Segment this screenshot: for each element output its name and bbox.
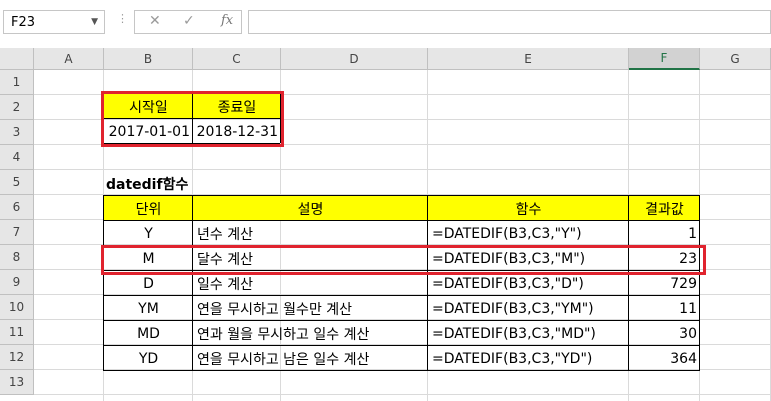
header-description[interactable]: 설명 bbox=[193, 196, 428, 221]
cell-func[interactable]: =DATEDIF(B3,C3,"YD") bbox=[428, 346, 629, 371]
close-icon[interactable]: ✕ bbox=[149, 13, 161, 29]
table-border bbox=[103, 195, 700, 196]
table-border bbox=[103, 345, 700, 346]
row-header-4[interactable]: 4 bbox=[0, 145, 34, 170]
row-header-9[interactable]: 9 bbox=[0, 270, 34, 295]
cell-unit[interactable]: Y bbox=[104, 221, 193, 246]
table-border bbox=[103, 220, 700, 221]
formula-input[interactable] bbox=[248, 10, 771, 34]
row-header-5[interactable]: 5 bbox=[0, 170, 34, 195]
function-icon[interactable]: fx bbox=[221, 13, 233, 28]
cell-desc[interactable]: 연과 월을 무시하고 일수 계산 bbox=[193, 321, 428, 346]
cell-result[interactable]: 30 bbox=[629, 321, 700, 346]
table-border bbox=[103, 370, 700, 371]
column-header-c[interactable]: C bbox=[193, 48, 281, 70]
header-result[interactable]: 결과값 bbox=[629, 196, 700, 221]
column-header-b[interactable]: B bbox=[104, 48, 193, 70]
select-all-corner[interactable] bbox=[0, 48, 34, 70]
table-border bbox=[103, 320, 700, 321]
column-header-d[interactable]: D bbox=[281, 48, 428, 70]
cell-unit[interactable]: MD bbox=[104, 321, 193, 346]
row-header-6[interactable]: 6 bbox=[0, 195, 34, 220]
row-header-7[interactable]: 7 bbox=[0, 220, 34, 245]
cell-func[interactable]: =DATEDIF(B3,C3,"MD") bbox=[428, 321, 629, 346]
gridline bbox=[34, 169, 771, 170]
cell-unit[interactable]: YM bbox=[104, 296, 193, 321]
row-header-3[interactable]: 3 bbox=[0, 120, 34, 145]
column-header-a[interactable]: A bbox=[34, 48, 104, 70]
column-header-f[interactable]: F bbox=[629, 48, 700, 70]
row-header-11[interactable]: 11 bbox=[0, 320, 34, 345]
column-header-g[interactable]: G bbox=[700, 48, 771, 70]
formula-bar: F23 ▼ ⋮ ✕ ✓ fx bbox=[0, 0, 771, 48]
formula-buttons: ✕ ✓ fx bbox=[134, 10, 242, 34]
table-border bbox=[103, 295, 700, 296]
row-header-12[interactable]: 12 bbox=[0, 345, 34, 370]
cell-result[interactable]: 11 bbox=[629, 296, 700, 321]
spreadsheet-grid[interactable]: A B C D E F G 1 2 3 4 5 6 7 8 9 10 11 12 13 시작일 종료일 2017-01… bbox=[0, 48, 771, 401]
row-header-10[interactable]: 10 bbox=[0, 295, 34, 320]
cell-desc[interactable]: 연을 무시하고 월수만 계산 bbox=[193, 296, 428, 321]
check-icon[interactable]: ✓ bbox=[183, 13, 195, 29]
row-header-2[interactable]: 2 bbox=[0, 95, 34, 120]
name-box-value: F23 bbox=[11, 15, 36, 30]
chevron-down-icon[interactable]: ▼ bbox=[91, 17, 98, 27]
cell-func[interactable]: =DATEDIF(B3,C3,"Y") bbox=[428, 221, 629, 246]
cell-result[interactable]: 364 bbox=[629, 346, 700, 371]
section-title[interactable]: datedif함수 bbox=[104, 172, 304, 196]
name-box[interactable]: F23 ▼ bbox=[3, 10, 105, 34]
date-annotation-box bbox=[101, 91, 284, 147]
cell-result[interactable]: 1 bbox=[629, 221, 700, 246]
header-function[interactable]: 함수 bbox=[428, 196, 629, 221]
row-header-13[interactable]: 13 bbox=[0, 370, 34, 395]
cell-desc[interactable]: 연을 무시하고 남은 일수 계산 bbox=[193, 346, 428, 371]
cell-unit[interactable]: YD bbox=[104, 346, 193, 371]
cell-func[interactable]: =DATEDIF(B3,C3,"YM") bbox=[428, 296, 629, 321]
row-header-8[interactable]: 8 bbox=[0, 245, 34, 270]
row-header-1[interactable]: 1 bbox=[0, 70, 34, 95]
gridline bbox=[34, 394, 771, 395]
header-unit[interactable]: 단위 bbox=[104, 196, 193, 221]
cell-desc[interactable]: 년수 계산 bbox=[193, 221, 428, 246]
row-m-annotation-box bbox=[101, 245, 706, 275]
column-header-e[interactable]: E bbox=[428, 48, 629, 70]
resize-handle-icon[interactable]: ⋮ bbox=[117, 12, 128, 25]
